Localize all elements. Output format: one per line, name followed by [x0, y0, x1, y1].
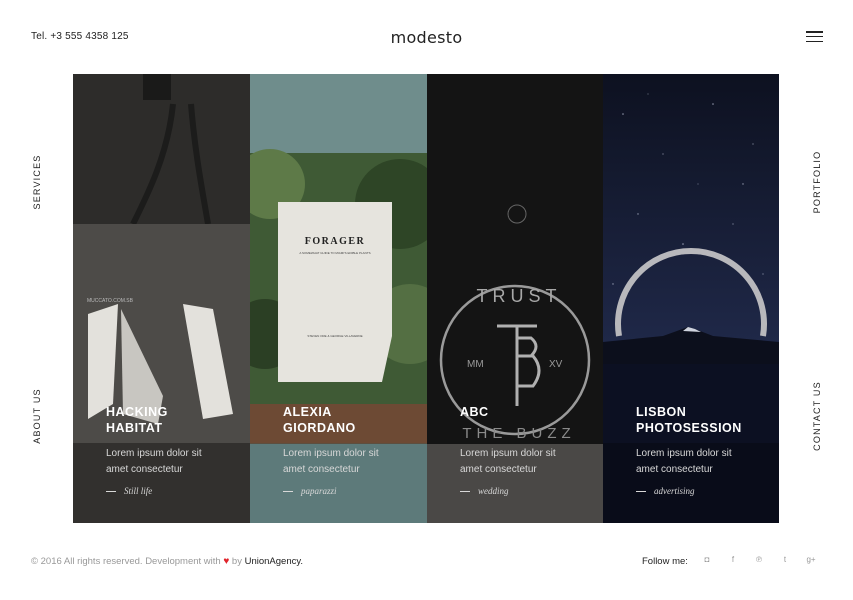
hamburger-menu-icon[interactable] — [806, 31, 823, 45]
portfolio-gallery: MUCCATO.COM.SB HACKING HABITAT Lorem ipsu… — [73, 74, 779, 523]
panel-category[interactable]: wedding — [460, 486, 509, 496]
agency-link[interactable]: UnionAgency. — [245, 556, 303, 567]
nav-portfolio[interactable]: PORTFOLIO — [812, 151, 822, 214]
nav-contact-us[interactable]: CONTACT US — [812, 381, 822, 451]
panel-description: Lorem ipsum dolor sit amet consectetur — [636, 448, 732, 475]
badge-right-text: XV — [549, 359, 563, 370]
panel-title: HACKING HABITAT — [106, 405, 168, 435]
heart-icon: ♥ — [223, 556, 230, 567]
panel-category[interactable]: paparazzi — [283, 486, 337, 496]
panel-description: Lorem ipsum dolor sit amet consectetur — [106, 448, 202, 475]
portfolio-item-abc[interactable]: MM XV TRUST THE BUZZ ABC Lorem ipsum dol… — [427, 74, 603, 523]
badge-top-text: TRUST — [477, 286, 562, 306]
google-plus-icon[interactable]: g+ — [804, 553, 818, 567]
instagram-icon[interactable]: ◘ — [700, 553, 714, 567]
twitter-icon[interactable]: t — [778, 553, 792, 567]
portfolio-item-alexia-giordano[interactable]: FORAGER A SOMEWHAT GUIDE TO MIAMI'S EDIB… — [250, 74, 427, 523]
panel-title: ABC — [460, 405, 489, 419]
nav-services[interactable]: SERVICES — [32, 155, 42, 210]
panel-title: LISBON PHOTOSESSION — [636, 405, 742, 435]
bag-print-text: MUCCATO.COM.SB — [87, 298, 134, 304]
site-logo[interactable]: modesto — [0, 28, 853, 47]
book-subtitle: A SOMEWHAT GUIDE TO MIAMI'S EDIBLE PLANT… — [299, 251, 370, 255]
panel-category[interactable]: advertising — [636, 486, 695, 496]
book-author: STEVEN ORE & GEORGE VILLAVERDE — [307, 334, 362, 338]
badge-left-text: MM — [467, 359, 484, 370]
panel-title: ALEXIA GIORDANO — [283, 405, 356, 435]
panel-description: Lorem ipsum dolor sit amet consectetur — [283, 448, 379, 475]
follow-label: Follow me: — [642, 556, 688, 567]
footer-copyright: © 2016 All rights reserved. Development … — [31, 556, 304, 567]
facebook-icon[interactable]: f — [726, 553, 740, 567]
book-title: FORAGER — [305, 236, 366, 247]
badge-bottom-text: THE BUZZ — [462, 425, 575, 442]
pinterest-icon[interactable]: ℗ — [752, 553, 766, 567]
portfolio-item-hacking-habitat[interactable]: MUCCATO.COM.SB HACKING HABITAT Lorem ipsu… — [73, 74, 250, 523]
panel-category[interactable]: Still life — [106, 486, 152, 496]
portfolio-item-lisbon-photosession[interactable]: LISBON PHOTOSESSION Lorem ipsum dolor sit… — [603, 74, 779, 523]
nav-about-us[interactable]: ABOUT US — [32, 388, 42, 443]
panel-description: Lorem ipsum dolor sit amet consectetur — [460, 448, 556, 475]
